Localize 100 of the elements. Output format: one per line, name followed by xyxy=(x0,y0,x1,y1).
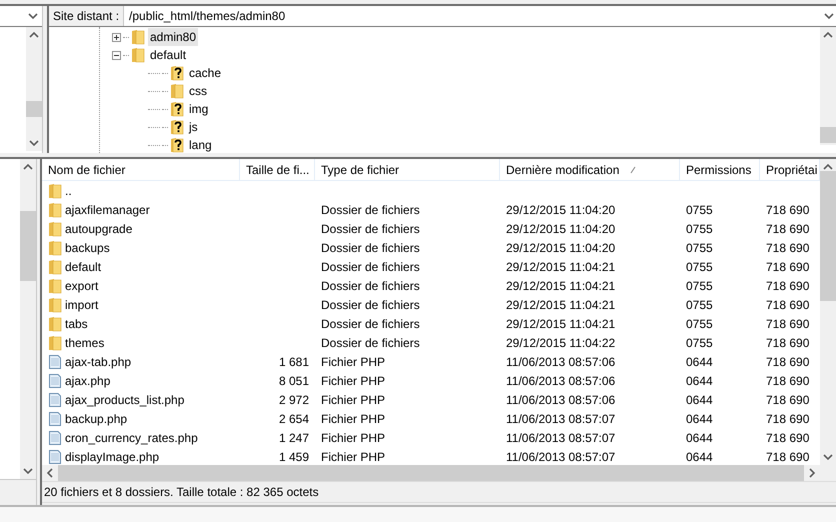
table-cell[interactable]: ajax.php xyxy=(65,372,110,390)
tree-item[interactable]: js xyxy=(187,118,200,136)
scrollbar-thumb[interactable] xyxy=(20,211,36,281)
table-cell-text: 718 690 xyxy=(766,448,810,465)
table-cell-text: 718 690 xyxy=(766,316,810,332)
table-cell-text: 11/06/2013 08:57:07 xyxy=(506,448,616,465)
vertical-scrollbar[interactable] xyxy=(20,159,36,479)
table-cell-text: Fichier PHP xyxy=(321,448,386,465)
table-cell-text: Dossier de fichiers xyxy=(321,220,420,238)
table-cell-text: 0644 xyxy=(686,392,713,408)
expand-toggle[interactable] xyxy=(112,32,121,42)
table-cell-text: 718 690 xyxy=(766,240,810,256)
table-cell-text: 29/12/2015 11:04:22 xyxy=(506,334,616,352)
column-header[interactable]: Type de fichier xyxy=(315,159,500,180)
table-cell-text: 1 681 xyxy=(278,354,309,370)
table-cell-text: 0755 xyxy=(686,258,713,276)
table-cell[interactable]: displayImage.php xyxy=(65,448,160,465)
column-header[interactable]: Nom de fichier xyxy=(42,159,240,180)
table-cell[interactable]: default xyxy=(65,258,102,276)
folder-icon xyxy=(48,334,62,350)
table-cell-text: Dossier de fichiers xyxy=(321,316,420,332)
sort-indicator-icon xyxy=(630,166,636,174)
table-cell-text: 11/06/2013 08:57:07 xyxy=(506,430,616,446)
scrollbar-thumb[interactable] xyxy=(820,171,836,301)
scrollbar-thumb[interactable] xyxy=(26,101,42,117)
table-cell-text: Dossier de fichiers xyxy=(321,296,420,314)
table-cell-text: Fichier PHP xyxy=(321,392,386,408)
file-icon xyxy=(48,448,62,464)
table-cell[interactable]: .. xyxy=(65,182,72,200)
question-folder-icon xyxy=(170,119,184,135)
table-cell-text: 718 690 xyxy=(766,296,810,314)
table-cell-text: 0755 xyxy=(686,316,713,332)
table-cell-text: Dossier de fichiers xyxy=(321,258,420,276)
table-cell[interactable]: ajax_products_list.php xyxy=(65,390,184,408)
collapse-toggle[interactable] xyxy=(112,50,121,60)
question-folder-icon xyxy=(170,65,184,81)
folder-icon xyxy=(131,47,145,63)
vertical-scrollbar[interactable] xyxy=(26,27,42,151)
table-cell-text: 29/12/2015 11:04:20 xyxy=(506,202,616,218)
folder-icon xyxy=(48,278,62,294)
table-cell-text: 11/06/2013 08:57:06 xyxy=(506,392,616,408)
column-header[interactable]: Permissions xyxy=(680,159,760,180)
table-cell-text: 0644 xyxy=(686,410,713,428)
tree-item[interactable]: img xyxy=(187,100,210,118)
tree-item[interactable]: lang xyxy=(187,136,214,153)
table-cell-text: 29/12/2015 11:04:21 xyxy=(506,316,616,332)
table-cell[interactable]: backups xyxy=(65,238,110,256)
tree-item[interactable]: admin80 xyxy=(148,28,198,46)
table-cell-text: Fichier PHP xyxy=(321,354,386,370)
column-header[interactable]: Dernière modification xyxy=(500,159,680,180)
table-cell-text: Fichier PHP xyxy=(321,372,386,390)
table-cell[interactable]: import xyxy=(65,296,98,314)
table-cell-text: 0755 xyxy=(686,278,713,294)
folder-icon xyxy=(48,296,62,312)
table-cell[interactable]: ajaxfilemanager xyxy=(65,200,150,218)
table-cell-text: 0755 xyxy=(686,334,713,352)
folder-icon xyxy=(48,240,62,256)
table-cell[interactable]: backup.php xyxy=(65,410,128,428)
table-cell-text: 11/06/2013 08:57:07 xyxy=(506,410,616,428)
column-header[interactable]: Taille de fi... xyxy=(240,159,315,180)
table-cell-text: 718 690 xyxy=(766,258,810,276)
table-cell-text: 718 690 xyxy=(766,220,810,238)
question-folder-icon xyxy=(170,137,184,153)
file-icon xyxy=(48,354,62,370)
vertical-scrollbar[interactable] xyxy=(820,27,836,145)
vertical-scrollbar[interactable] xyxy=(820,159,836,465)
table-cell-text: 29/12/2015 11:04:21 xyxy=(506,258,616,276)
table-cell[interactable]: export xyxy=(65,276,98,294)
table-cell-text: 29/12/2015 11:04:21 xyxy=(506,278,616,294)
table-cell-text: 0644 xyxy=(686,448,713,465)
folder-icon xyxy=(48,316,62,332)
table-cell-text: Fichier PHP xyxy=(321,410,386,428)
table-cell[interactable]: tabs xyxy=(65,314,88,332)
tree-item[interactable]: default xyxy=(148,46,188,64)
table-cell-text: 0644 xyxy=(686,354,713,370)
question-folder-icon xyxy=(170,101,184,117)
table-cell[interactable]: themes xyxy=(65,334,104,352)
table-cell-text: 718 690 xyxy=(766,392,810,408)
file-icon xyxy=(48,372,62,388)
table-cell-text: 1 459 xyxy=(278,448,309,465)
table-cell-text: 0755 xyxy=(686,220,713,238)
table-cell[interactable]: cron_currency_rates.php xyxy=(65,428,198,446)
table-cell-text: 2 972 xyxy=(278,392,309,408)
scrollbar-thumb[interactable] xyxy=(820,127,836,143)
table-cell-text: Dossier de fichiers xyxy=(321,334,420,352)
tree-item[interactable]: css xyxy=(187,82,209,100)
table-cell-text: 2 654 xyxy=(278,410,309,428)
table-cell[interactable]: autoupgrade xyxy=(65,220,132,238)
file-icon xyxy=(48,410,62,426)
table-cell[interactable]: ajax-tab.php xyxy=(65,352,132,370)
table-cell-text: Dossier de fichiers xyxy=(321,202,420,218)
status-text: 20 fichiers et 8 dossiers. Taille totale : 82 365 octets xyxy=(44,484,319,501)
folder-icon xyxy=(48,182,62,198)
folder-icon xyxy=(131,29,145,45)
table-cell-text: 718 690 xyxy=(766,430,810,446)
file-icon xyxy=(48,392,62,408)
table-cell-text: Dossier de fichiers xyxy=(321,240,420,256)
path-field[interactable]: /public_html/themes/admin80 xyxy=(124,6,836,26)
tree-item[interactable]: cache xyxy=(187,64,224,82)
table-cell-text: 718 690 xyxy=(766,410,810,428)
